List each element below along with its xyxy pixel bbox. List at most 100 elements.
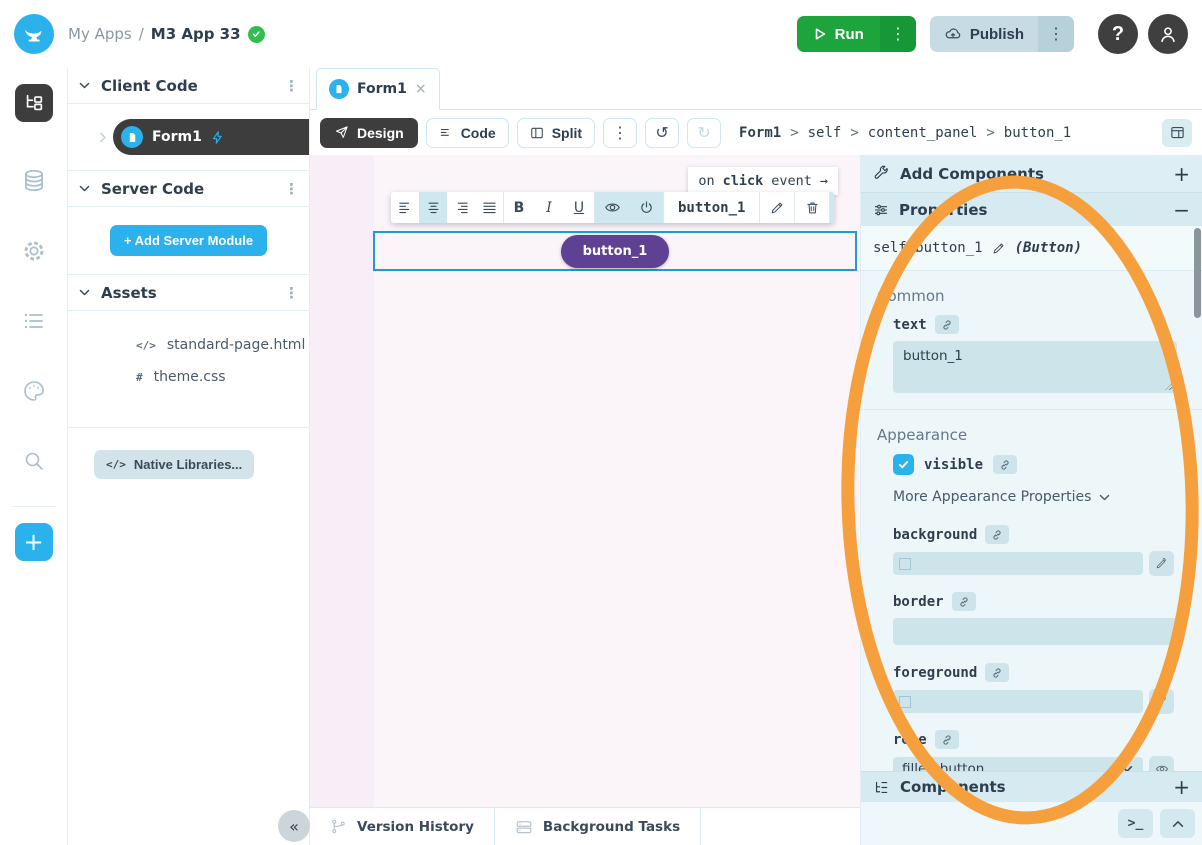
app-tree-icon[interactable] [15,84,53,122]
align-justify-icon[interactable] [475,192,503,223]
help-button[interactable]: ? [1098,14,1138,54]
chevron-down-icon [78,79,91,92]
server-code-header[interactable]: Server Code ⋮ [68,171,309,207]
breadcrumb-button-1[interactable]: button_1 [1004,125,1071,141]
add-icon[interactable]: + [15,523,53,561]
tab-background-tasks[interactable]: Background Tasks [495,808,701,845]
text-property-input[interactable]: button_1 [893,341,1177,393]
button-1-component[interactable]: button_1 [561,235,670,268]
selection-outline: button_1 [373,231,857,271]
form-file-icon [121,126,143,148]
role-label: role [893,732,927,748]
data-binding-link-icon[interactable] [993,455,1017,474]
rename-pencil-icon[interactable] [992,241,1006,255]
italic-button[interactable]: I [534,192,564,223]
code-view-button[interactable]: Code [426,118,509,148]
assets-header[interactable]: Assets ⋮ [68,275,309,311]
client-code-header[interactable]: Client Code ⋮ [68,68,309,104]
asset-theme-css[interactable]: # theme.css [68,361,309,393]
chevron-right-icon[interactable] [96,131,109,144]
split-view-button[interactable]: Split [517,118,595,148]
design-canvas[interactable]: on click event → B I [310,155,860,807]
properties-sliders-icon[interactable] [830,192,834,223]
enabled-power-icon[interactable] [629,192,663,223]
search-icon[interactable] [15,442,53,480]
native-libraries-button[interactable]: </> Native Libraries... [94,450,254,479]
breadcrumb-my-apps[interactable]: My Apps [68,25,132,43]
publish-options-button[interactable]: ⋮ [1038,16,1074,52]
collapse-panel-button[interactable]: « [278,810,310,842]
editor-more-options-button[interactable]: ⋮ [603,118,637,148]
form1-row[interactable]: Form1 [68,104,309,170]
terminal-button[interactable]: >_ [1118,809,1153,838]
align-right-icon[interactable] [447,192,475,223]
breadcrumb-self[interactable]: self [808,125,842,141]
expand-up-button[interactable] [1160,809,1195,838]
top-bar: My Apps / M3 App 33 Run ⋮ Publish ⋮ ? [0,0,1202,68]
resize-handle-icon[interactable] [1165,381,1174,390]
run-button[interactable]: Run [797,16,880,52]
client-code-menu-icon[interactable]: ⋮ [284,77,299,95]
underline-button[interactable]: U [564,192,594,223]
add-components-header[interactable]: Add Components + [861,155,1202,193]
data-binding-link-icon[interactable] [985,525,1009,544]
scrollbar-thumb[interactable] [1194,228,1201,318]
tab-version-history[interactable]: Version History [310,808,495,845]
role-select[interactable]: filled-button [893,757,1143,772]
publish-button[interactable]: Publish [930,16,1038,52]
components-header[interactable]: Components + [861,771,1202,802]
edit-pencil-icon[interactable] [760,192,794,223]
delete-trash-icon[interactable] [795,192,829,223]
background-color-picker-button[interactable] [1149,551,1174,576]
component-name-field[interactable]: button_1 [664,192,759,223]
tab-form1[interactable]: Form1 × [316,68,440,110]
foreground-color-input[interactable] [893,690,1143,713]
data-binding-link-icon[interactable] [952,592,976,611]
visible-checkbox[interactable] [893,454,914,475]
editor-tab-bar: Form1 × [310,68,1202,110]
expand-plus-icon[interactable]: + [1173,775,1190,799]
data-binding-link-icon[interactable] [985,663,1009,682]
assets-menu-icon[interactable]: ⋮ [284,284,299,302]
background-label: background [893,527,977,543]
database-icon[interactable] [15,162,53,200]
on-click-event-tooltip[interactable]: on click event → [688,167,838,195]
theme-palette-icon[interactable] [15,372,53,410]
properties-header[interactable]: Properties − [861,193,1202,226]
align-center-icon[interactable] [419,192,447,223]
asset-standard-page[interactable]: </> standard-page.html [68,329,309,361]
account-avatar-button[interactable] [1148,14,1188,54]
close-icon[interactable]: × [415,81,427,97]
design-label: Design [357,125,404,141]
appearance-title: Appearance [877,426,1186,444]
visible-eye-icon[interactable] [595,192,629,223]
more-appearance-properties[interactable]: More Appearance Properties [893,489,1186,505]
align-left-icon[interactable] [391,192,419,223]
border-input[interactable] [893,618,1177,645]
anvil-logo-icon[interactable] [14,14,54,54]
form1-item[interactable]: Form1 [113,119,309,155]
run-label: Run [835,26,864,43]
panel-layout-toggle-button[interactable] [1162,119,1192,147]
role-preview-button[interactable] [1149,756,1174,771]
settings-gear-icon[interactable] [15,232,53,270]
collapse-minus-icon[interactable]: − [1173,198,1190,222]
data-binding-link-icon[interactable] [935,315,959,334]
list-icon[interactable] [15,302,53,340]
server-code-menu-icon[interactable]: ⋮ [284,180,299,198]
expand-plus-icon[interactable]: + [1173,162,1190,186]
design-view-button[interactable]: Design [320,118,418,148]
background-color-input[interactable] [893,552,1143,575]
bold-button[interactable]: B [504,192,534,223]
run-options-button[interactable]: ⋮ [880,16,916,52]
background-property-label: background [893,525,1186,544]
breadcrumb-form1[interactable]: Form1 [739,125,781,141]
asset-css-label: theme.css [154,369,226,385]
add-server-module-button[interactable]: + Add Server Module [110,225,267,256]
foreground-color-picker-button[interactable] [1149,689,1174,714]
undo-button[interactable]: ↺ [645,118,679,148]
breadcrumb-content-panel[interactable]: content_panel [868,125,978,141]
data-binding-link-icon[interactable] [935,730,959,749]
redo-button[interactable]: ↻ [687,118,721,148]
anvil-ide-window: My Apps / M3 App 33 Run ⋮ Publish ⋮ ? [0,0,1202,845]
